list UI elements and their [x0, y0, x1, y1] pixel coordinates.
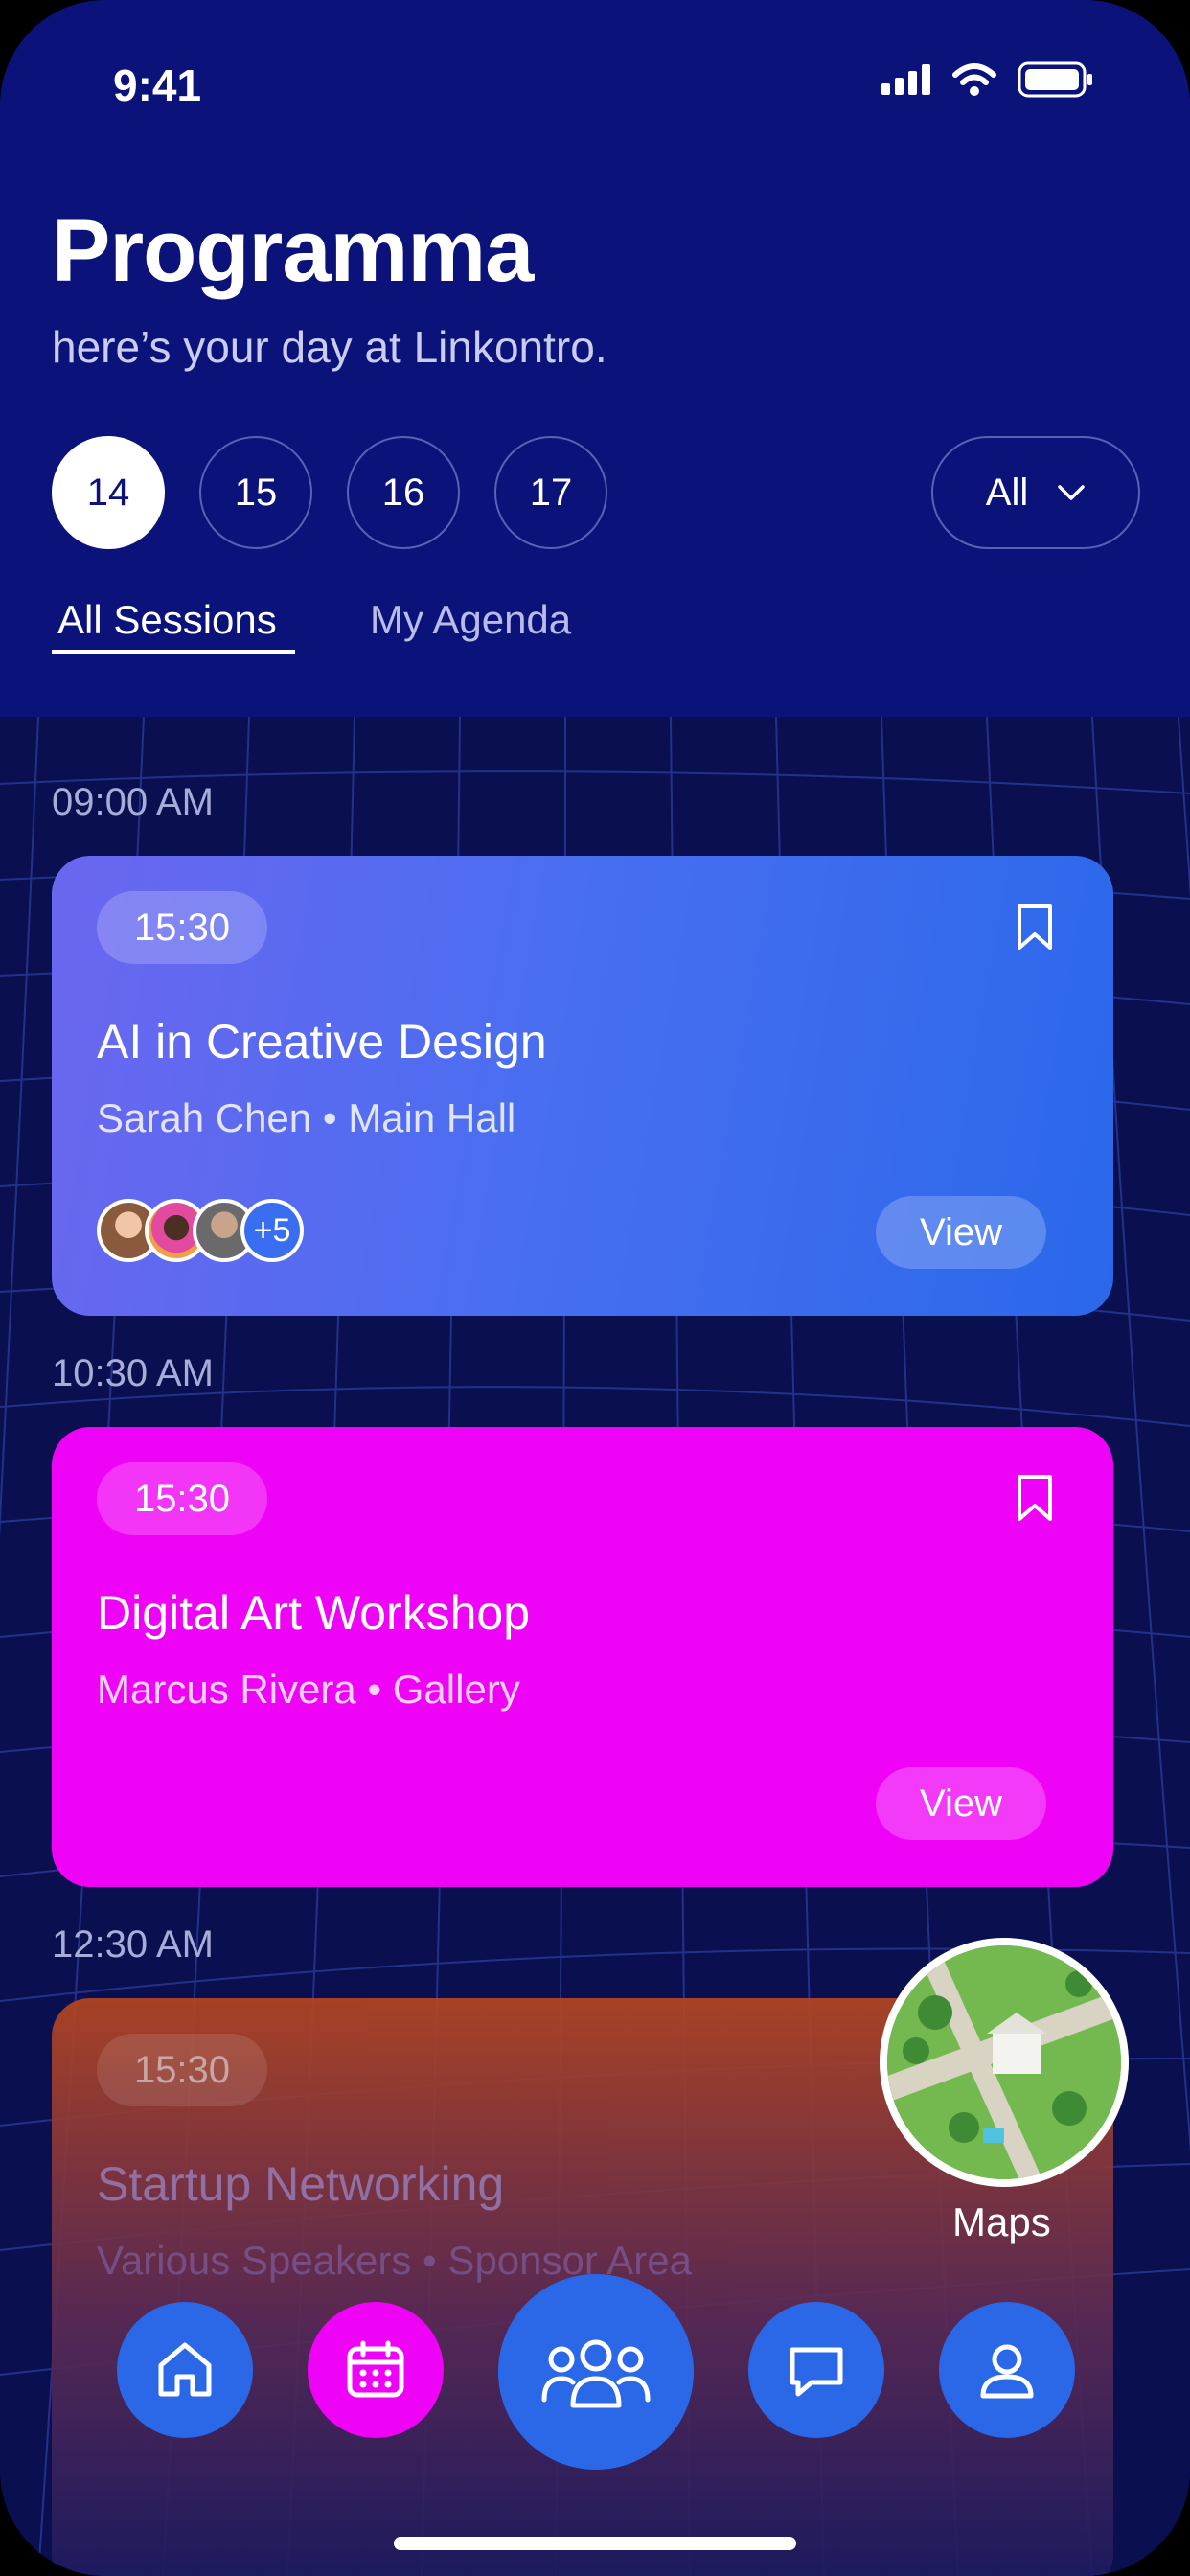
time-label: 09:00 AM	[52, 781, 215, 823]
session-title: Digital Art Workshop	[97, 1586, 531, 1640]
time-label: 12:30 AM	[52, 1923, 215, 1966]
app-screen: 9:41 Programma here’s your day at Linkon…	[0, 0, 1190, 2576]
session-time-pill: 15:30	[97, 891, 267, 964]
day-chip-15[interactable]: 15	[199, 436, 312, 549]
nav-chat-button[interactable]	[748, 2302, 884, 2438]
profile-icon	[980, 2344, 1034, 2399]
filter-dropdown[interactable]: All	[931, 436, 1140, 549]
tab-underline	[52, 650, 295, 654]
session-title: Startup Networking	[97, 2157, 505, 2211]
signal-icon	[881, 64, 930, 95]
filter-label: All	[985, 471, 1029, 514]
day-chip-17[interactable]: 17	[494, 436, 607, 549]
view-button[interactable]: View	[876, 1196, 1046, 1269]
day-chip-14[interactable]: 14	[52, 436, 165, 549]
attendee-avatars[interactable]: +5	[97, 1199, 304, 1262]
more-attendees-badge: +5	[240, 1199, 304, 1262]
view-button[interactable]: View	[876, 1767, 1046, 1840]
tab-my-agenda[interactable]: My Agenda	[370, 597, 571, 643]
people-icon	[541, 2339, 651, 2408]
maps-button[interactable]	[880, 1938, 1129, 2187]
day-chip-16[interactable]: 16	[347, 436, 460, 549]
calendar-icon	[347, 2340, 404, 2398]
time-label: 10:30 AM	[52, 1352, 215, 1394]
status-icons	[881, 61, 1094, 98]
nav-calendar-button[interactable]	[308, 2302, 444, 2438]
home-icon	[158, 2342, 212, 2397]
page-subtitle: here’s your day at Linkontro.	[52, 322, 607, 372]
chat-icon	[790, 2347, 843, 2397]
session-time-pill: 15:30	[97, 1462, 267, 1535]
wifi-icon	[952, 63, 996, 96]
maps-label: Maps	[952, 2199, 1051, 2244]
battery-icon	[1018, 61, 1092, 98]
session-title: AI in Creative Design	[97, 1015, 547, 1069]
session-subtitle: Sarah Chen • Main Hall	[97, 1095, 516, 1140]
session-card[interactable]: 15:30 Digital Art Workshop Marcus Rivera…	[52, 1427, 1113, 1887]
home-indicator	[394, 2537, 796, 2550]
page-title: Programma	[52, 202, 534, 300]
bookmark-icon[interactable]	[1016, 902, 1054, 952]
bookmark-icon[interactable]	[1016, 1473, 1054, 1523]
chevron-down-icon	[1058, 485, 1085, 500]
session-card[interactable]: 15:30 AI in Creative Design Sarah Chen •…	[52, 856, 1113, 1316]
nav-home-button[interactable]	[117, 2302, 253, 2438]
session-subtitle: Marcus Rivera • Gallery	[97, 1667, 520, 1712]
map-thumbnail-icon	[887, 1945, 1121, 2179]
nav-community-button[interactable]	[498, 2274, 694, 2470]
nav-profile-button[interactable]	[939, 2302, 1075, 2438]
tab-all-sessions[interactable]: All Sessions	[57, 597, 277, 643]
status-time: 9:41	[113, 60, 202, 110]
session-time-pill: 15:30	[97, 2034, 267, 2106]
